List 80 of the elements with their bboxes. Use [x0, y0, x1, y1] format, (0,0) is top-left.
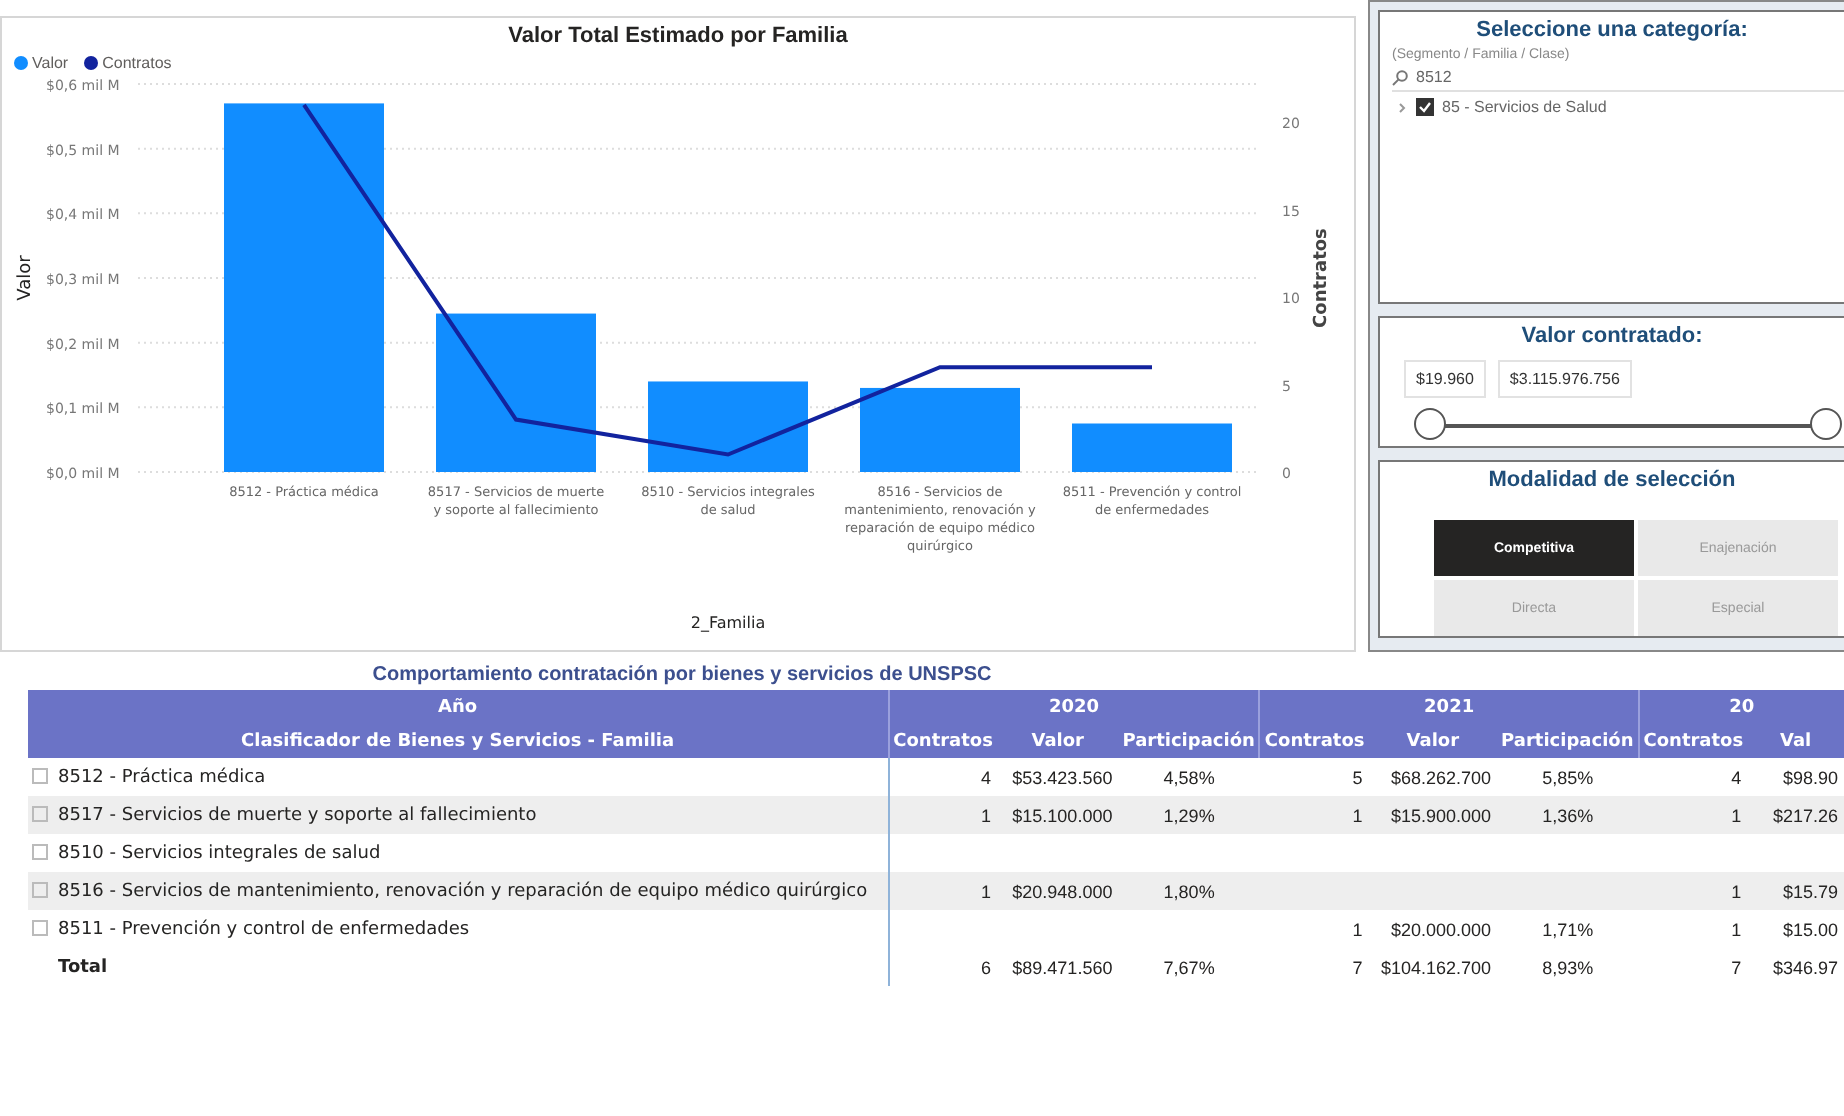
column-header: 20	[1638, 690, 1844, 724]
total-label: Total	[28, 948, 889, 986]
legend-label: Valor	[32, 54, 69, 72]
table-cell: $53.423.560	[996, 758, 1119, 796]
slider-thumb[interactable]	[1810, 408, 1842, 440]
slicer-title: Seleccione una categoría:	[1474, 18, 1750, 42]
slider-thumb[interactable]	[1414, 408, 1446, 440]
table-cell: 4,58%	[1118, 758, 1260, 796]
table-cell: 6	[888, 948, 997, 986]
chart-title: Valor Total Estimado por Familia	[508, 24, 848, 48]
table-cell-text: 8,93%	[1540, 955, 1596, 981]
table-cell: 1	[1259, 796, 1369, 834]
bar[interactable]	[648, 381, 808, 472]
bar[interactable]	[1072, 423, 1232, 472]
table-cell: 1,29%	[1118, 796, 1260, 834]
legend-swatch	[14, 56, 28, 70]
search-field[interactable]: 8512	[1392, 68, 1844, 92]
table-cell: 4	[1638, 758, 1748, 796]
column-header: Clasificador de Bienes y Servicios - Familia	[28, 724, 889, 758]
column-header: Val	[1747, 724, 1844, 758]
table-cell: 1	[1638, 796, 1748, 834]
table-cell-text: 7,67%	[1161, 955, 1217, 981]
table-cell: 1	[1638, 872, 1748, 910]
y-axis-title: Valor	[16, 255, 36, 301]
table-cell-text: 7	[1350, 955, 1365, 981]
table-cell: 1	[1259, 910, 1369, 948]
table-cell: $68.262.700	[1368, 758, 1498, 796]
search-icon	[1392, 69, 1408, 85]
table-cell: 1,80%	[1118, 872, 1260, 910]
column-header: 2020	[888, 690, 1260, 724]
column-header: Participación	[1118, 724, 1260, 758]
expand-icon[interactable]	[32, 844, 48, 861]
tree-item-label[interactable]: 85 - Servicios de Salud	[1442, 98, 1607, 116]
table-cell: $15.900.000	[1368, 796, 1498, 834]
table-cell: $20.948.000	[996, 872, 1119, 910]
table-cell: $15.79	[1747, 872, 1844, 910]
table-cell-text: $346.97	[1770, 955, 1840, 981]
min-value-field[interactable]: $19.960	[1404, 360, 1486, 398]
table-cell: 4	[888, 758, 997, 796]
row-label[interactable]: 8511 - Prevención y control de enfermedades	[28, 910, 889, 948]
x-axis-title: 2_Familia	[690, 614, 766, 632]
table-cell: 1	[1638, 910, 1748, 948]
chevron-icon[interactable]	[1396, 101, 1408, 113]
table-cell-text: $104.162.700	[1378, 955, 1494, 981]
column-header: Año	[28, 690, 889, 724]
table-cell: $217.26	[1747, 796, 1844, 834]
table-cell: $98.90	[1747, 758, 1844, 796]
expand-icon[interactable]	[32, 920, 48, 937]
column-header: Contratos	[1638, 724, 1748, 758]
table-cell: $15.100.000	[996, 796, 1119, 834]
expand-icon[interactable]	[32, 768, 48, 785]
column-header: Participación	[1497, 724, 1639, 758]
legend-swatch	[84, 56, 99, 70]
table-cell: $20.000.000	[1368, 910, 1498, 948]
column-header: Contratos	[1259, 724, 1369, 758]
table-cell-text: 7	[1729, 955, 1744, 981]
table-cell: 1	[888, 872, 997, 910]
slicer-title: Modalidad de selección	[1486, 468, 1738, 492]
table-cell-text: $89.471.560	[1010, 955, 1115, 981]
row-label[interactable]: 8516 - Servicios de mantenimiento, renovación y reparación de equipo médico quirúrgico	[28, 872, 889, 910]
checkbox[interactable]	[1416, 98, 1434, 116]
table-cell: 1,71%	[1497, 910, 1639, 948]
column-header: 2021	[1259, 690, 1639, 724]
table-title: Comportamiento contratación por bienes y servicios de UNSPSC	[370, 664, 994, 686]
bar[interactable]	[436, 313, 596, 472]
column-header: Valor	[996, 724, 1119, 758]
expand-icon[interactable]	[32, 806, 48, 823]
y-axis-title: Contratos	[1312, 228, 1332, 328]
column-header: Valor	[1368, 724, 1498, 758]
legend-label: Contratos	[102, 54, 172, 72]
slicer-title: Valor contratado:	[1519, 324, 1705, 348]
max-value-field[interactable]: $3.115.976.756	[1497, 360, 1632, 398]
column-header: Contratos	[888, 724, 997, 758]
expand-icon[interactable]	[32, 882, 48, 899]
table-cell: 1	[888, 796, 997, 834]
row-label[interactable]: 8517 - Servicios de muerte y soporte al fallecimiento	[28, 796, 889, 834]
table-cell: $15.00	[1747, 910, 1844, 948]
table-cell: 5,85%	[1497, 758, 1639, 796]
table-cell: 1,36%	[1497, 796, 1639, 834]
table-cell: 5	[1259, 758, 1369, 796]
